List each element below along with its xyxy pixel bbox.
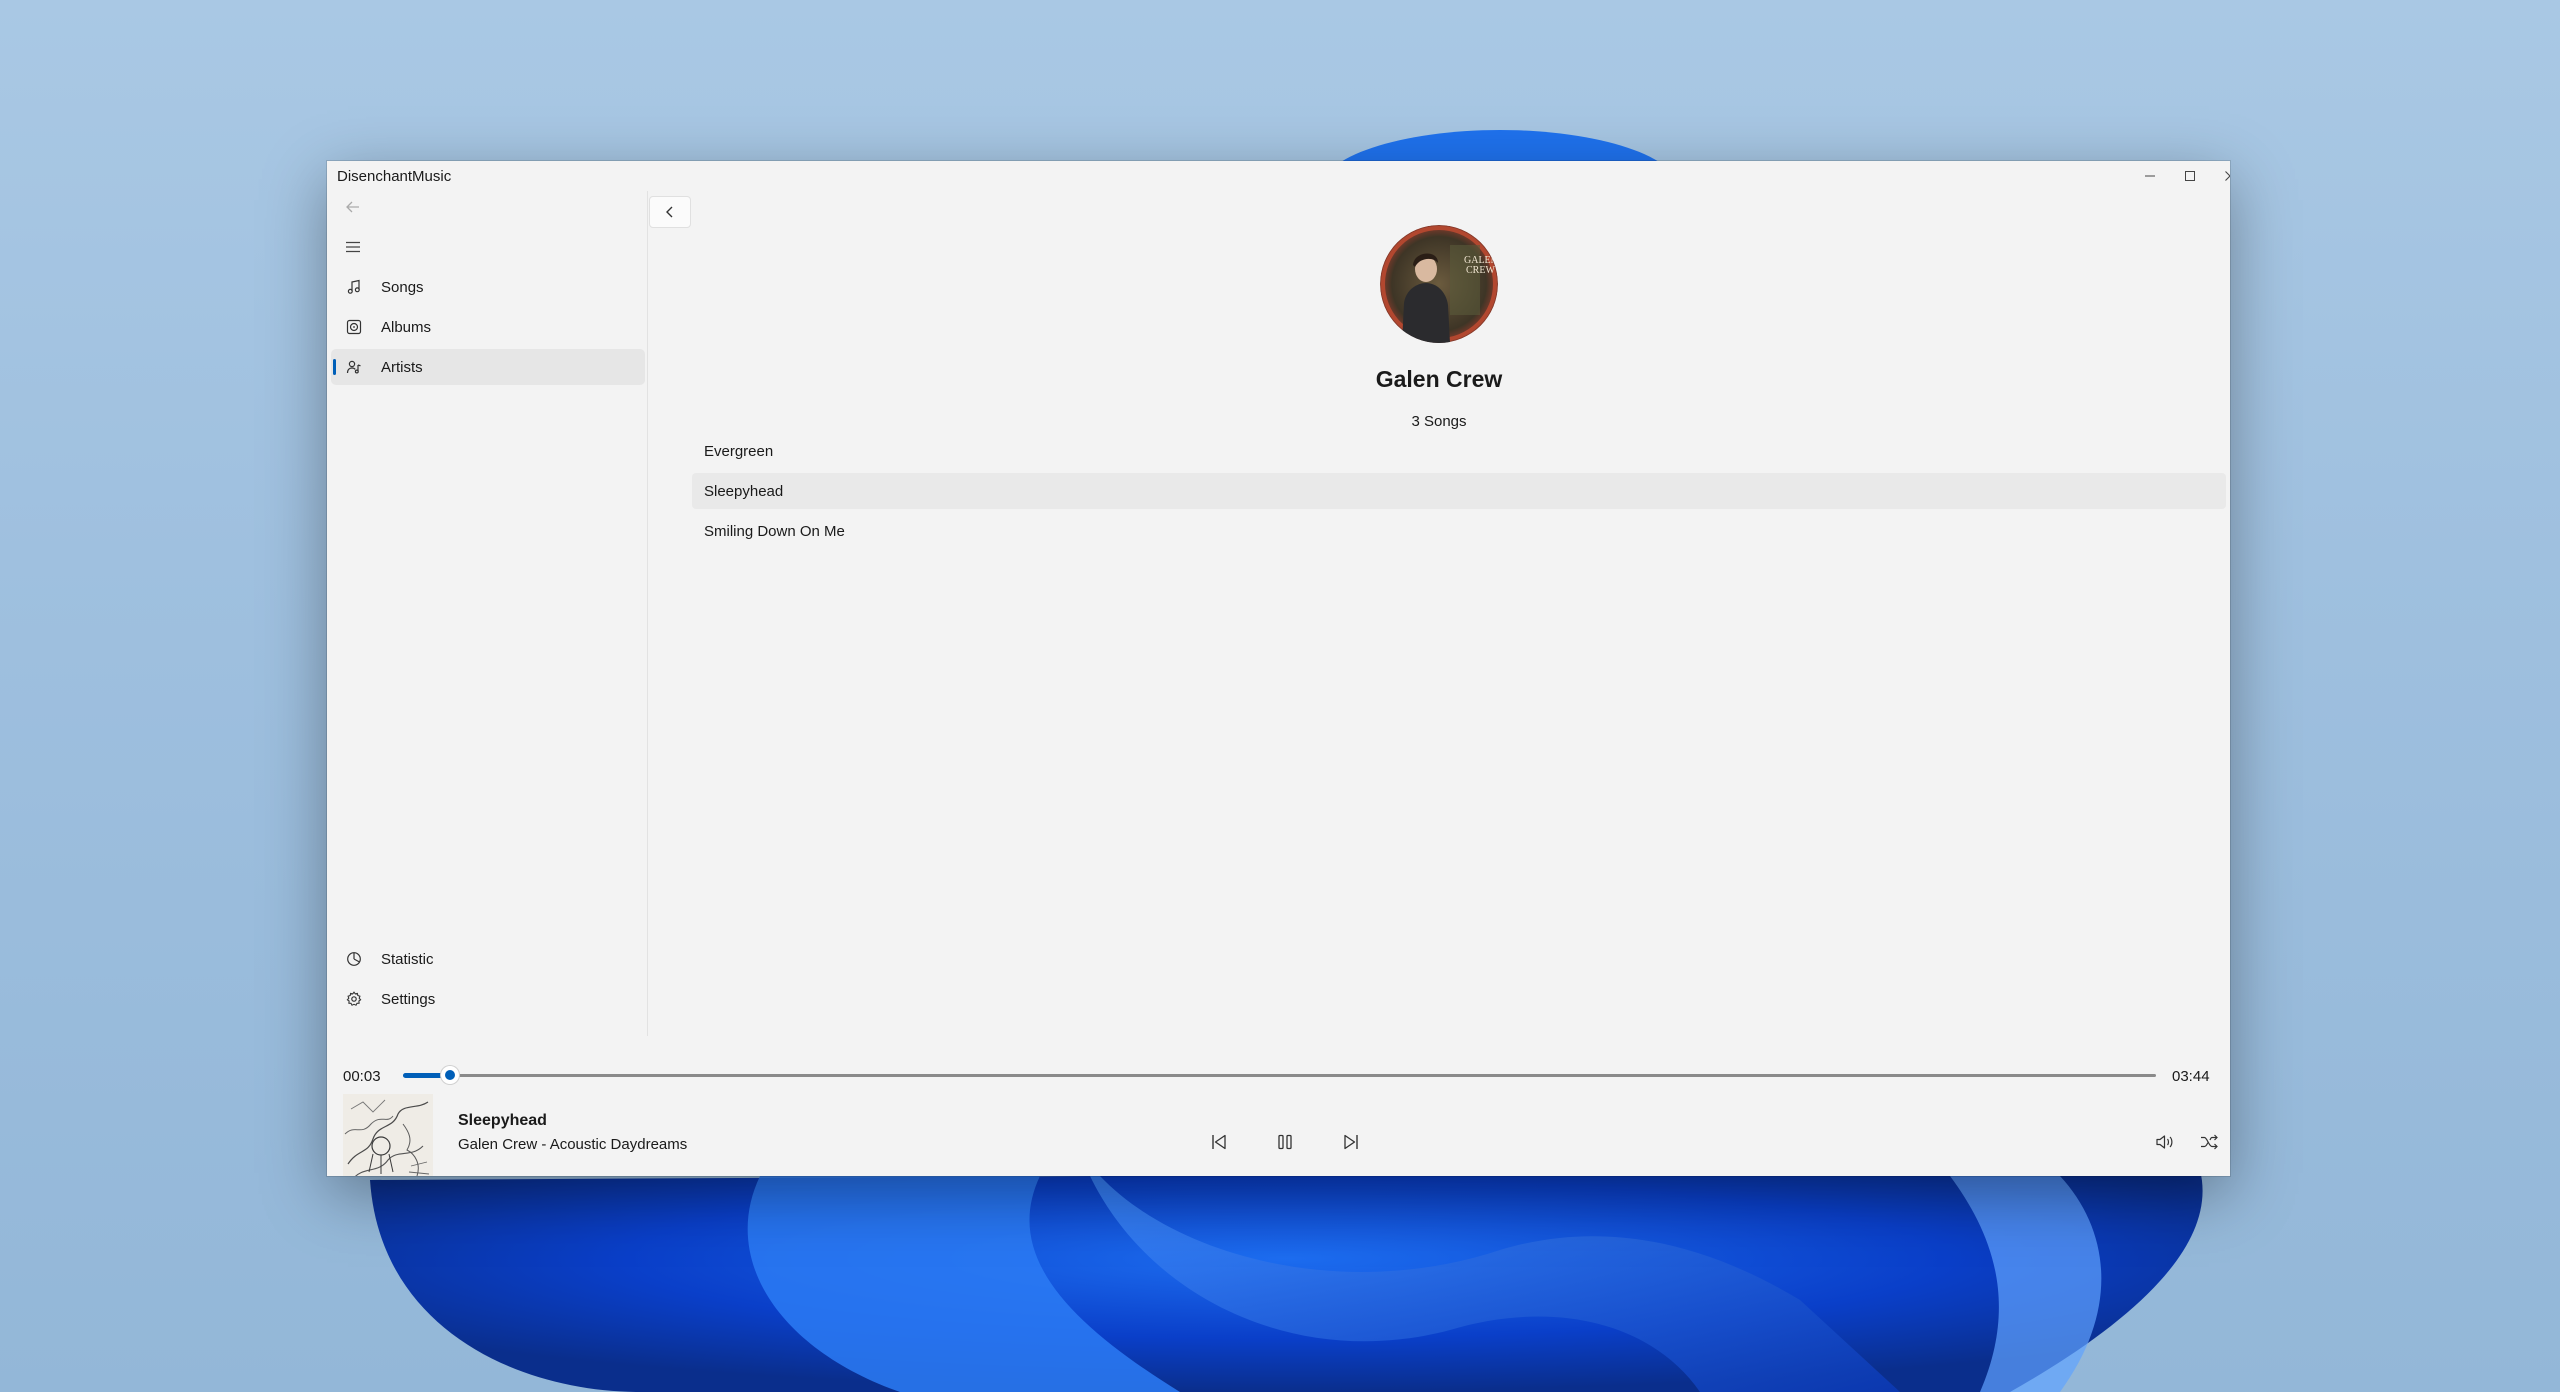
artist-avatar: GALEN CREW (1380, 225, 1498, 343)
song-list-item[interactable]: Smiling Down On Me (692, 513, 2226, 549)
hamburger-menu-button[interactable] (335, 231, 371, 263)
minimize-icon (2145, 175, 2155, 177)
pie-chart-icon (343, 948, 365, 970)
song-title: Sleepyhead (704, 482, 784, 500)
artist-name: Galen Crew (1375, 366, 1503, 392)
sidebar-item-albums[interactable]: Albums (331, 309, 645, 345)
close-icon (2225, 171, 2230, 181)
artist-icon (343, 356, 365, 378)
sidebar-item-label: Statistic (381, 950, 434, 968)
minimize-button[interactable] (2130, 161, 2170, 191)
sidebar-item-artists[interactable]: Artists (331, 349, 645, 385)
maximize-icon (2185, 171, 2195, 181)
gear-icon (343, 988, 365, 1010)
sidebar-item-settings[interactable]: Settings (331, 981, 645, 1017)
song-title: Evergreen (704, 442, 774, 460)
svg-text:CREW: CREW (1466, 265, 1495, 276)
chevron-left-icon (666, 206, 673, 218)
music-note-icon (343, 276, 365, 298)
navigation-pane: Songs Albums Artists Statistic Settings (327, 191, 647, 1038)
shuffle-button[interactable] (2191, 1124, 2227, 1160)
song-count: 3 Songs (1411, 413, 1467, 430)
pause-button[interactable] (1267, 1124, 1303, 1160)
elapsed-time: 00:03 (343, 1068, 381, 1085)
selection-indicator (333, 359, 336, 375)
hamburger-icon (346, 241, 360, 253)
shuffle-icon (2201, 1134, 2218, 1150)
song-title: Smiling Down On Me (704, 522, 845, 540)
sidebar-item-songs[interactable]: Songs (331, 269, 645, 305)
now-playing-subtitle: Galen Crew - Acoustic Daydreams (458, 1136, 688, 1153)
volume-button[interactable] (2147, 1124, 2183, 1160)
album-icon (343, 316, 365, 338)
sidebar-item-label: Albums (381, 318, 432, 336)
sidebar-item-label: Artists (381, 358, 423, 376)
sidebar-item-label: Settings (381, 990, 436, 1008)
volume-icon (2156, 1135, 2173, 1149)
now-playing-title: Sleepyhead (458, 1112, 547, 1129)
close-button[interactable] (2210, 161, 2230, 191)
app-title: DisenchantMusic (337, 168, 452, 185)
total-duration: 03:44 (2172, 1068, 2210, 1085)
next-button[interactable] (1333, 1124, 1369, 1160)
player-bar: 00:03 03:44 Sleepyhead Galen Crew - Acou… (327, 1036, 2230, 1176)
sidebar-item-statistic[interactable]: Statistic (331, 941, 645, 977)
seek-thumb[interactable] (441, 1066, 460, 1084)
sidebar-item-label: Songs (381, 278, 424, 296)
skip-next-icon (1344, 1134, 1358, 1150)
song-list-item[interactable]: Evergreen (692, 433, 2226, 469)
page-back-button[interactable] (649, 196, 691, 228)
arrow-left-icon (346, 201, 359, 213)
title-bar: DisenchantMusic (327, 161, 2230, 191)
album-cover (343, 1094, 433, 1176)
skip-previous-icon (1212, 1134, 1226, 1150)
artist-detail-page: GALEN CREW Galen Crew 3 Songs Evergreen … (648, 191, 2230, 1036)
song-list-item[interactable]: Sleepyhead (692, 473, 2226, 509)
maximize-button[interactable] (2170, 161, 2210, 191)
app-window: DisenchantMusic Songs Albums Artists Sta… (327, 161, 2230, 1176)
nav-back-button[interactable] (335, 191, 371, 223)
seek-slider[interactable] (403, 1066, 2156, 1084)
previous-button[interactable] (1201, 1124, 1237, 1160)
pause-icon (1278, 1134, 1292, 1150)
